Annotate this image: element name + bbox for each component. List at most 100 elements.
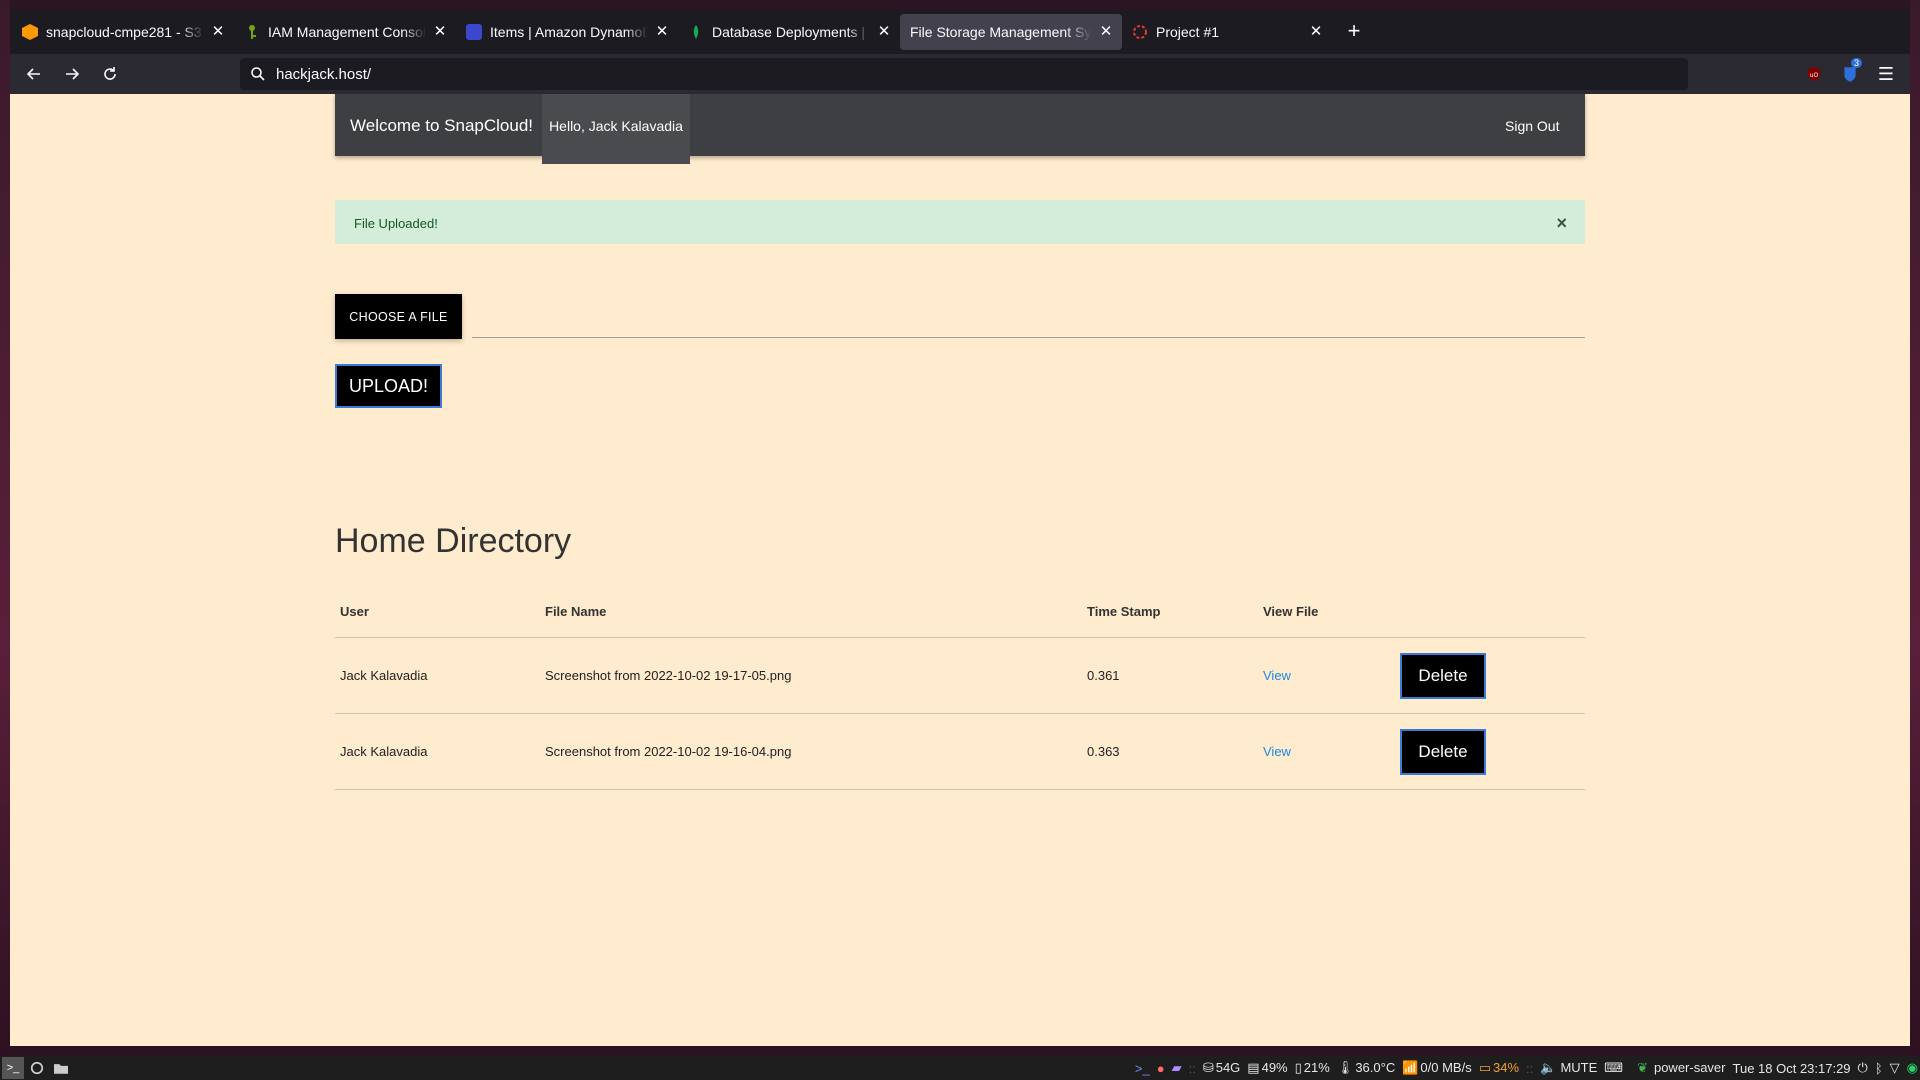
cell-user: Jack Kalavadia — [340, 668, 428, 683]
memory-usage: ▤ 49% — [1247, 1060, 1288, 1075]
svg-text:uO: uO — [1810, 72, 1819, 79]
close-icon[interactable]: ✕ — [210, 24, 226, 40]
folder-tray-icon[interactable]: ▰ — [1172, 1060, 1182, 1076]
back-button[interactable] — [16, 58, 52, 90]
keyboard-icon: ⌨ — [1604, 1060, 1624, 1075]
upload-success-alert: File Uploaded! × — [335, 200, 1585, 244]
terminal-icon[interactable]: >_ — [2, 1057, 24, 1079]
arrow-left-icon — [26, 68, 40, 80]
view-file-link[interactable]: View — [1263, 744, 1291, 759]
column-header-time-stamp: Time Stamp — [1087, 604, 1161, 619]
tab-s3-bucket[interactable]: snapcloud-cmpe281 - S3 bucket ✕ — [12, 14, 234, 50]
page-content: Welcome to SnapCloud! Hello, Jack Kalava… — [10, 94, 1910, 1046]
battery-level: ▭ 34% — [1478, 1060, 1520, 1075]
bluetooth-icon[interactable]: ᛒ — [1875, 1061, 1883, 1076]
whatsapp-icon[interactable]: ◉ — [1907, 1060, 1918, 1076]
firefox-tray-icon[interactable]: ● — [1157, 1061, 1165, 1076]
menu-hamburger-icon[interactable]: ☰ — [1870, 58, 1902, 90]
tab-title: snapcloud-cmpe281 - S3 bucket — [46, 24, 204, 40]
toolbar-extensions: uO 3 ☰ — [1794, 58, 1902, 90]
ublock-icon[interactable]: uO — [1798, 58, 1830, 90]
tab-iam-console[interactable]: IAM Management Console ✕ — [234, 14, 456, 50]
column-header-user: User — [340, 604, 369, 619]
system-tray: >_ ● ▰ :: ⛁ 54G ▤ 49% ▯ 21% 🌡 36.0°C 📶 0/0 MB… — [1128, 1056, 1918, 1080]
tab-title: Items | Amazon DynamoDB — [490, 24, 648, 40]
app-navbar: Welcome to SnapCloud! Hello, Jack Kalava… — [335, 94, 1585, 164]
reload-button[interactable] — [92, 58, 128, 90]
page-title: Home Directory — [335, 522, 572, 560]
power-icon[interactable]: ⏻ — [1858, 1060, 1868, 1076]
view-file-link[interactable]: View — [1263, 668, 1291, 683]
mongodb-leaf-icon — [688, 24, 704, 40]
close-icon[interactable]: ✕ — [432, 24, 448, 40]
tab-database-deployments[interactable]: Database Deployments | Cloud ✕ — [678, 14, 900, 50]
url-text: hackjack.host/ — [276, 65, 372, 83]
extension-badge: 3 — [1850, 58, 1862, 68]
network-speed: 📶 0/0 MB/s — [1402, 1060, 1472, 1075]
tab-title: IAM Management Console — [268, 24, 426, 40]
delete-button[interactable]: Delete — [1400, 653, 1486, 699]
tab-project-1[interactable]: Project #1 ✕ — [1122, 14, 1332, 50]
delete-button[interactable]: Delete — [1400, 729, 1486, 775]
divider: :: — [1526, 1060, 1534, 1076]
firefox-icon[interactable] — [26, 1057, 48, 1079]
tab-dynamodb-items[interactable]: Items | Amazon DynamoDB ✕ — [456, 14, 678, 50]
volume-status[interactable]: 🔈 MUTE — [1540, 1060, 1597, 1076]
power-mode[interactable]: ❦ power-saver — [1630, 1060, 1725, 1076]
table-row: Jack Kalavadia Screenshot from 2022-10-0… — [335, 638, 1585, 714]
alert-close-icon[interactable]: × — [1556, 213, 1567, 234]
reload-icon — [104, 67, 116, 80]
cell-file-name: Screenshot from 2022-10-02 19-16-04.png — [545, 744, 792, 759]
forward-button[interactable] — [54, 58, 90, 90]
cell-time-stamp: 0.363 — [1087, 744, 1120, 759]
cell-user: Jack Kalavadia — [340, 744, 428, 759]
taskbar-launchers: >_ — [0, 1056, 72, 1080]
brand-logo-text[interactable]: Welcome to SnapCloud! — [350, 116, 533, 136]
browser-window: snapcloud-cmpe281 - S3 bucket ✕ IAM Mana… — [10, 10, 1910, 1046]
tab-bar: snapcloud-cmpe281 - S3 bucket ✕ IAM Mana… — [10, 10, 1910, 54]
tab-title: Database Deployments | Cloud — [712, 24, 870, 40]
bitwarden-icon[interactable]: 3 — [1834, 58, 1866, 90]
key-icon — [244, 24, 260, 40]
system-taskbar: >_ >_ ● ▰ :: ⛁ 54G ▤ 49% ▯ 21% 🌡 36.0°C 📶 0/0… — [0, 1056, 1920, 1080]
close-icon[interactable]: ✕ — [654, 24, 670, 40]
tab-title: Project #1 — [1156, 24, 1220, 40]
disk-usage: ⛁ 54G — [1202, 1060, 1241, 1075]
sign-out-link[interactable]: Sign Out — [1505, 118, 1585, 134]
upload-button[interactable]: UPLOAD! — [335, 364, 442, 408]
dynamodb-icon — [466, 24, 482, 40]
files-table: User File Name Time Stamp View File Jack… — [335, 588, 1585, 790]
tab-title: File Storage Management System — [910, 24, 1092, 40]
table-row: Jack Kalavadia Screenshot from 2022-10-0… — [335, 714, 1585, 790]
tab-file-storage[interactable]: File Storage Management System ✕ — [900, 14, 1122, 50]
alert-message: File Uploaded! — [354, 216, 438, 231]
file-path-input[interactable] — [472, 337, 1585, 338]
navigation-bar: hackjack.host/ uO 3 ☰ — [10, 54, 1910, 94]
folder-icon[interactable] — [50, 1057, 72, 1079]
arrow-right-icon — [66, 68, 80, 80]
choose-file-button[interactable]: CHOOSE A FILE — [335, 294, 462, 339]
new-tab-button[interactable]: + — [1338, 16, 1370, 48]
cpu-temperature: 🌡 36.0°C — [1336, 1060, 1396, 1075]
column-header-view-file: View File — [1263, 604, 1319, 619]
cell-time-stamp: 0.361 — [1087, 668, 1120, 683]
cell-file-name: Screenshot from 2022-10-02 19-17-05.png — [545, 668, 792, 683]
column-header-file-name: File Name — [545, 604, 607, 619]
close-icon[interactable]: ✕ — [1308, 24, 1324, 40]
wifi-icon[interactable]: ▽ — [1890, 1060, 1900, 1076]
url-bar[interactable]: hackjack.host/ — [240, 58, 1688, 90]
desktop-wallpaper-left — [0, 0, 10, 1080]
close-icon[interactable]: ✕ — [1098, 24, 1114, 40]
loading-spinner-icon — [1132, 24, 1148, 40]
user-greeting[interactable]: Hello, Jack Kalavadia — [542, 94, 690, 164]
desktop-wallpaper-top — [0, 0, 1920, 10]
desktop-wallpaper-right — [1910, 0, 1920, 1080]
terminal-tray-icon[interactable]: >_ — [1135, 1061, 1150, 1076]
cpu-usage: ▯ 21% — [1294, 1060, 1330, 1075]
clock[interactable]: Tue 18 Oct 23:17:29 — [1733, 1061, 1851, 1076]
aws-s3-icon — [22, 24, 38, 40]
divider: :: — [1188, 1060, 1196, 1076]
search-icon — [251, 67, 265, 81]
table-header: User File Name Time Stamp View File — [335, 588, 1585, 638]
close-icon[interactable]: ✕ — [876, 24, 892, 40]
